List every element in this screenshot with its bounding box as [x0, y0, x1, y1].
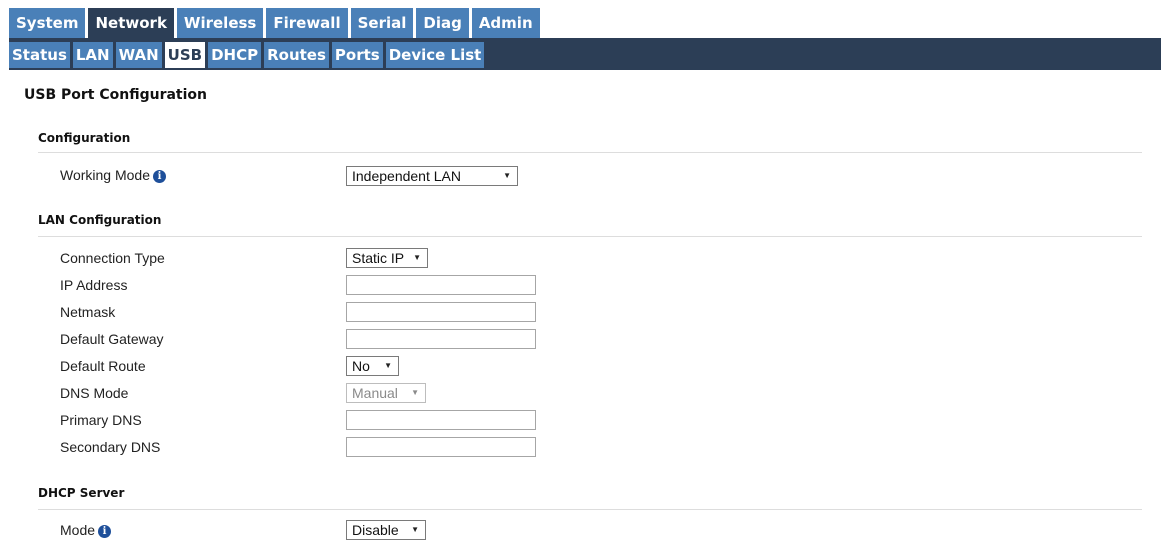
sub-tabs: Status LAN WAN USB DHCP Routes Ports Dev… — [9, 42, 487, 68]
dns-mode-label: DNS Mode — [60, 385, 129, 401]
default-route-select[interactable]: No ▼ — [346, 356, 399, 376]
subtab-wan[interactable]: WAN — [115, 42, 162, 68]
secondary-dns-label: Secondary DNS — [60, 439, 161, 455]
netmask-input[interactable] — [346, 302, 536, 322]
dropdown-arrow-icon: ▼ — [384, 361, 392, 370]
primary-dns-input[interactable] — [346, 410, 536, 430]
primary-dns-label: Primary DNS — [60, 412, 142, 428]
connection-type-select[interactable]: Static IP ▼ — [346, 248, 428, 268]
dns-mode-value: Manual — [352, 385, 398, 401]
sub-tab-bar: Status LAN WAN USB DHCP Routes Ports Dev… — [9, 38, 1161, 70]
info-icon[interactable]: i — [153, 170, 167, 183]
dropdown-arrow-icon: ▼ — [411, 388, 419, 397]
subtab-status[interactable]: Status — [9, 42, 70, 68]
lan-configuration-heading: LAN Configuration — [38, 213, 162, 227]
info-icon[interactable]: i — [98, 525, 112, 538]
working-mode-label-text: Working Mode — [60, 167, 151, 183]
subtab-device-list[interactable]: Device List — [385, 42, 485, 68]
tab-firewall[interactable]: Firewall — [266, 8, 348, 38]
section-divider — [38, 509, 1142, 510]
tab-serial[interactable]: Serial — [350, 8, 414, 38]
tab-network[interactable]: Network — [88, 8, 174, 38]
subtab-routes[interactable]: Routes — [264, 42, 329, 68]
tab-wireless[interactable]: Wireless — [176, 8, 264, 38]
top-tab-bar: System Network Wireless Firewall Serial … — [9, 8, 540, 38]
dhcp-server-heading: DHCP Server — [38, 486, 125, 500]
secondary-dns-input[interactable] — [346, 437, 536, 457]
dhcp-mode-label: Mode i — [60, 522, 112, 538]
subtab-usb[interactable]: USB — [164, 42, 206, 68]
section-divider — [38, 236, 1142, 237]
dropdown-arrow-icon: ▼ — [411, 525, 419, 534]
netmask-label: Netmask — [60, 304, 116, 320]
dropdown-arrow-icon: ▼ — [503, 171, 511, 180]
subtab-lan[interactable]: LAN — [72, 42, 113, 68]
subtab-ports[interactable]: Ports — [331, 42, 383, 68]
dhcp-mode-select[interactable]: Disable ▼ — [346, 520, 426, 540]
connection-type-value: Static IP — [352, 250, 405, 266]
page-title: USB Port Configuration — [24, 87, 207, 103]
dhcp-mode-label-text: Mode — [60, 522, 96, 538]
tab-admin[interactable]: Admin — [471, 8, 540, 38]
dropdown-arrow-icon: ▼ — [413, 253, 421, 262]
default-route-label: Default Route — [60, 358, 146, 374]
ip-address-input[interactable] — [346, 275, 536, 295]
default-gateway-input[interactable] — [346, 329, 536, 349]
default-gateway-label: Default Gateway — [60, 331, 164, 347]
tab-system[interactable]: System — [9, 8, 86, 38]
connection-type-label: Connection Type — [60, 250, 165, 266]
section-divider — [38, 152, 1142, 153]
default-route-value: No — [352, 358, 370, 374]
tab-diag[interactable]: Diag — [416, 8, 469, 38]
working-mode-label: Working Mode i — [60, 167, 167, 183]
dhcp-mode-value: Disable — [352, 522, 399, 538]
subtab-dhcp[interactable]: DHCP — [208, 42, 262, 68]
ip-address-label: IP Address — [60, 277, 128, 293]
working-mode-select[interactable]: Independent LAN ▼ — [346, 166, 518, 186]
configuration-heading: Configuration — [38, 131, 131, 145]
working-mode-value: Independent LAN — [352, 168, 461, 184]
dns-mode-select: Manual ▼ — [346, 383, 426, 403]
